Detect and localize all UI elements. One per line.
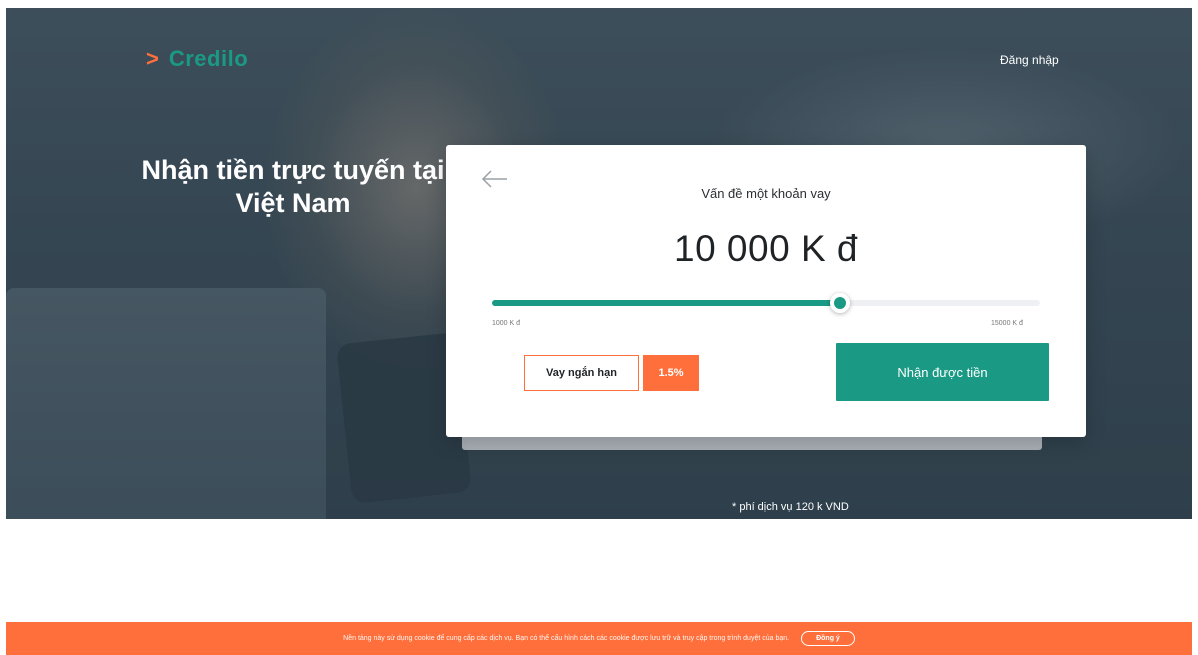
loan-amount: 10 000 K đ (674, 228, 858, 269)
slider-thumb[interactable] (829, 293, 850, 313)
short-term-loan-button[interactable]: Vay ngắn hạn (524, 355, 639, 391)
cookie-banner: Nền tảng này sử dụng cookie để cung cấp … (6, 622, 1192, 655)
page: > Credilo Đăng nhập Nhận tiền trực tuyến… (0, 0, 1198, 655)
get-money-button[interactable]: Nhận được tiền (836, 343, 1049, 401)
slider-min-label: 1000 K đ (492, 320, 521, 327)
login-link[interactable]: Đăng nhập (1000, 53, 1059, 67)
cookie-accept-button[interactable]: Đồng ý (801, 631, 855, 646)
hero-title: Nhận tiền trực tuyến tại Việt Nam (141, 155, 445, 218)
loan-card: Vấn đề một khoản vay 10 000 K đ 1000 K đ… (446, 145, 1086, 437)
slider-fill (492, 300, 840, 306)
slider-max-label: 15000 K đ (991, 320, 1023, 327)
chevron-right-icon: > (146, 46, 159, 71)
brand-name: Credilo (168, 46, 249, 71)
amount-slider[interactable] (492, 293, 1040, 313)
logo[interactable]: > Credilo (146, 46, 248, 72)
loan-card-title: Vấn đề một khoản vay (701, 186, 831, 201)
fee-note: * phí dịch vụ 120 k VND (732, 501, 849, 513)
interest-rate-badge: 1.5% (643, 355, 699, 391)
cookie-text: Nền tảng này sử dụng cookie để cung cấp … (343, 635, 790, 642)
card-shadow (462, 436, 1042, 450)
